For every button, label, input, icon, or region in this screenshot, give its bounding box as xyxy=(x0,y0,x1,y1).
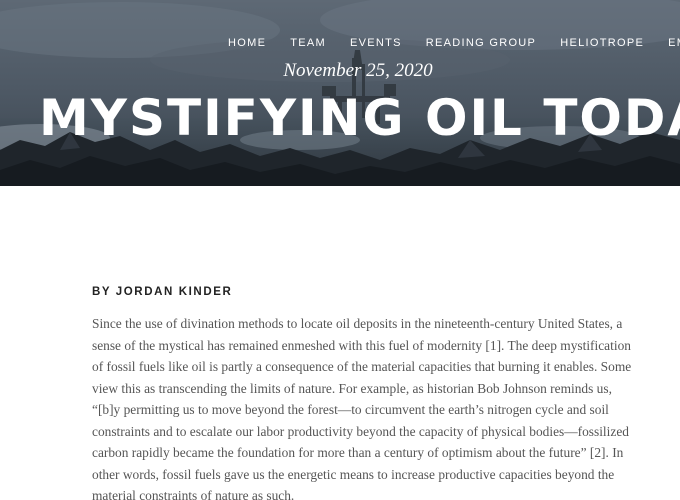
article-paragraph-line: view this as transcending the limits of … xyxy=(92,380,612,396)
nav-item-reading-group[interactable]: READING GROUP xyxy=(426,37,536,49)
article-paragraph-line: sense of the mystical has remained enmes… xyxy=(92,337,631,353)
nav-item-events[interactable]: EVENTS xyxy=(350,37,402,49)
main-navigation: HOME TEAM EVENTS READING GROUP HELIOTROP… xyxy=(228,37,680,49)
article-paragraph-line: “[b]y permitting us to move beyond the f… xyxy=(92,402,609,417)
nav-item-team[interactable]: TEAM xyxy=(290,37,326,49)
nav-item-eml-sou[interactable]: EML SOU xyxy=(668,37,680,49)
page-title: MYSTIFYING OIL TODAY xyxy=(39,89,680,147)
article-byline: BY JORDAN KINDER xyxy=(92,286,233,298)
hero-banner: HOME TEAM EVENTS READING GROUP HELIOTROP… xyxy=(0,0,680,186)
article-paragraph-line: of fossil fuels like oil is partly a con… xyxy=(92,359,632,374)
page: HOME TEAM EVENTS READING GROUP HELIOTROP… xyxy=(0,0,680,500)
article-paragraph-line: Since the use of divination methods to l… xyxy=(92,316,623,331)
article-body: Since the use of divination methods to l… xyxy=(92,313,632,500)
article-paragraph-line: carbon rapidly became the foundation for… xyxy=(92,445,624,460)
nav-item-heliotrope[interactable]: HELIOTROPE xyxy=(560,37,644,49)
article-paragraph-line: constraints and to escalate our labor pr… xyxy=(92,423,629,439)
article-paragraph-line: material constraints of nature as such. xyxy=(92,488,295,500)
article-paragraph-line: other words, fossil fuels gave us the en… xyxy=(92,466,615,482)
nav-item-home[interactable]: HOME xyxy=(228,37,266,49)
post-date: November 25, 2020 xyxy=(283,60,433,81)
